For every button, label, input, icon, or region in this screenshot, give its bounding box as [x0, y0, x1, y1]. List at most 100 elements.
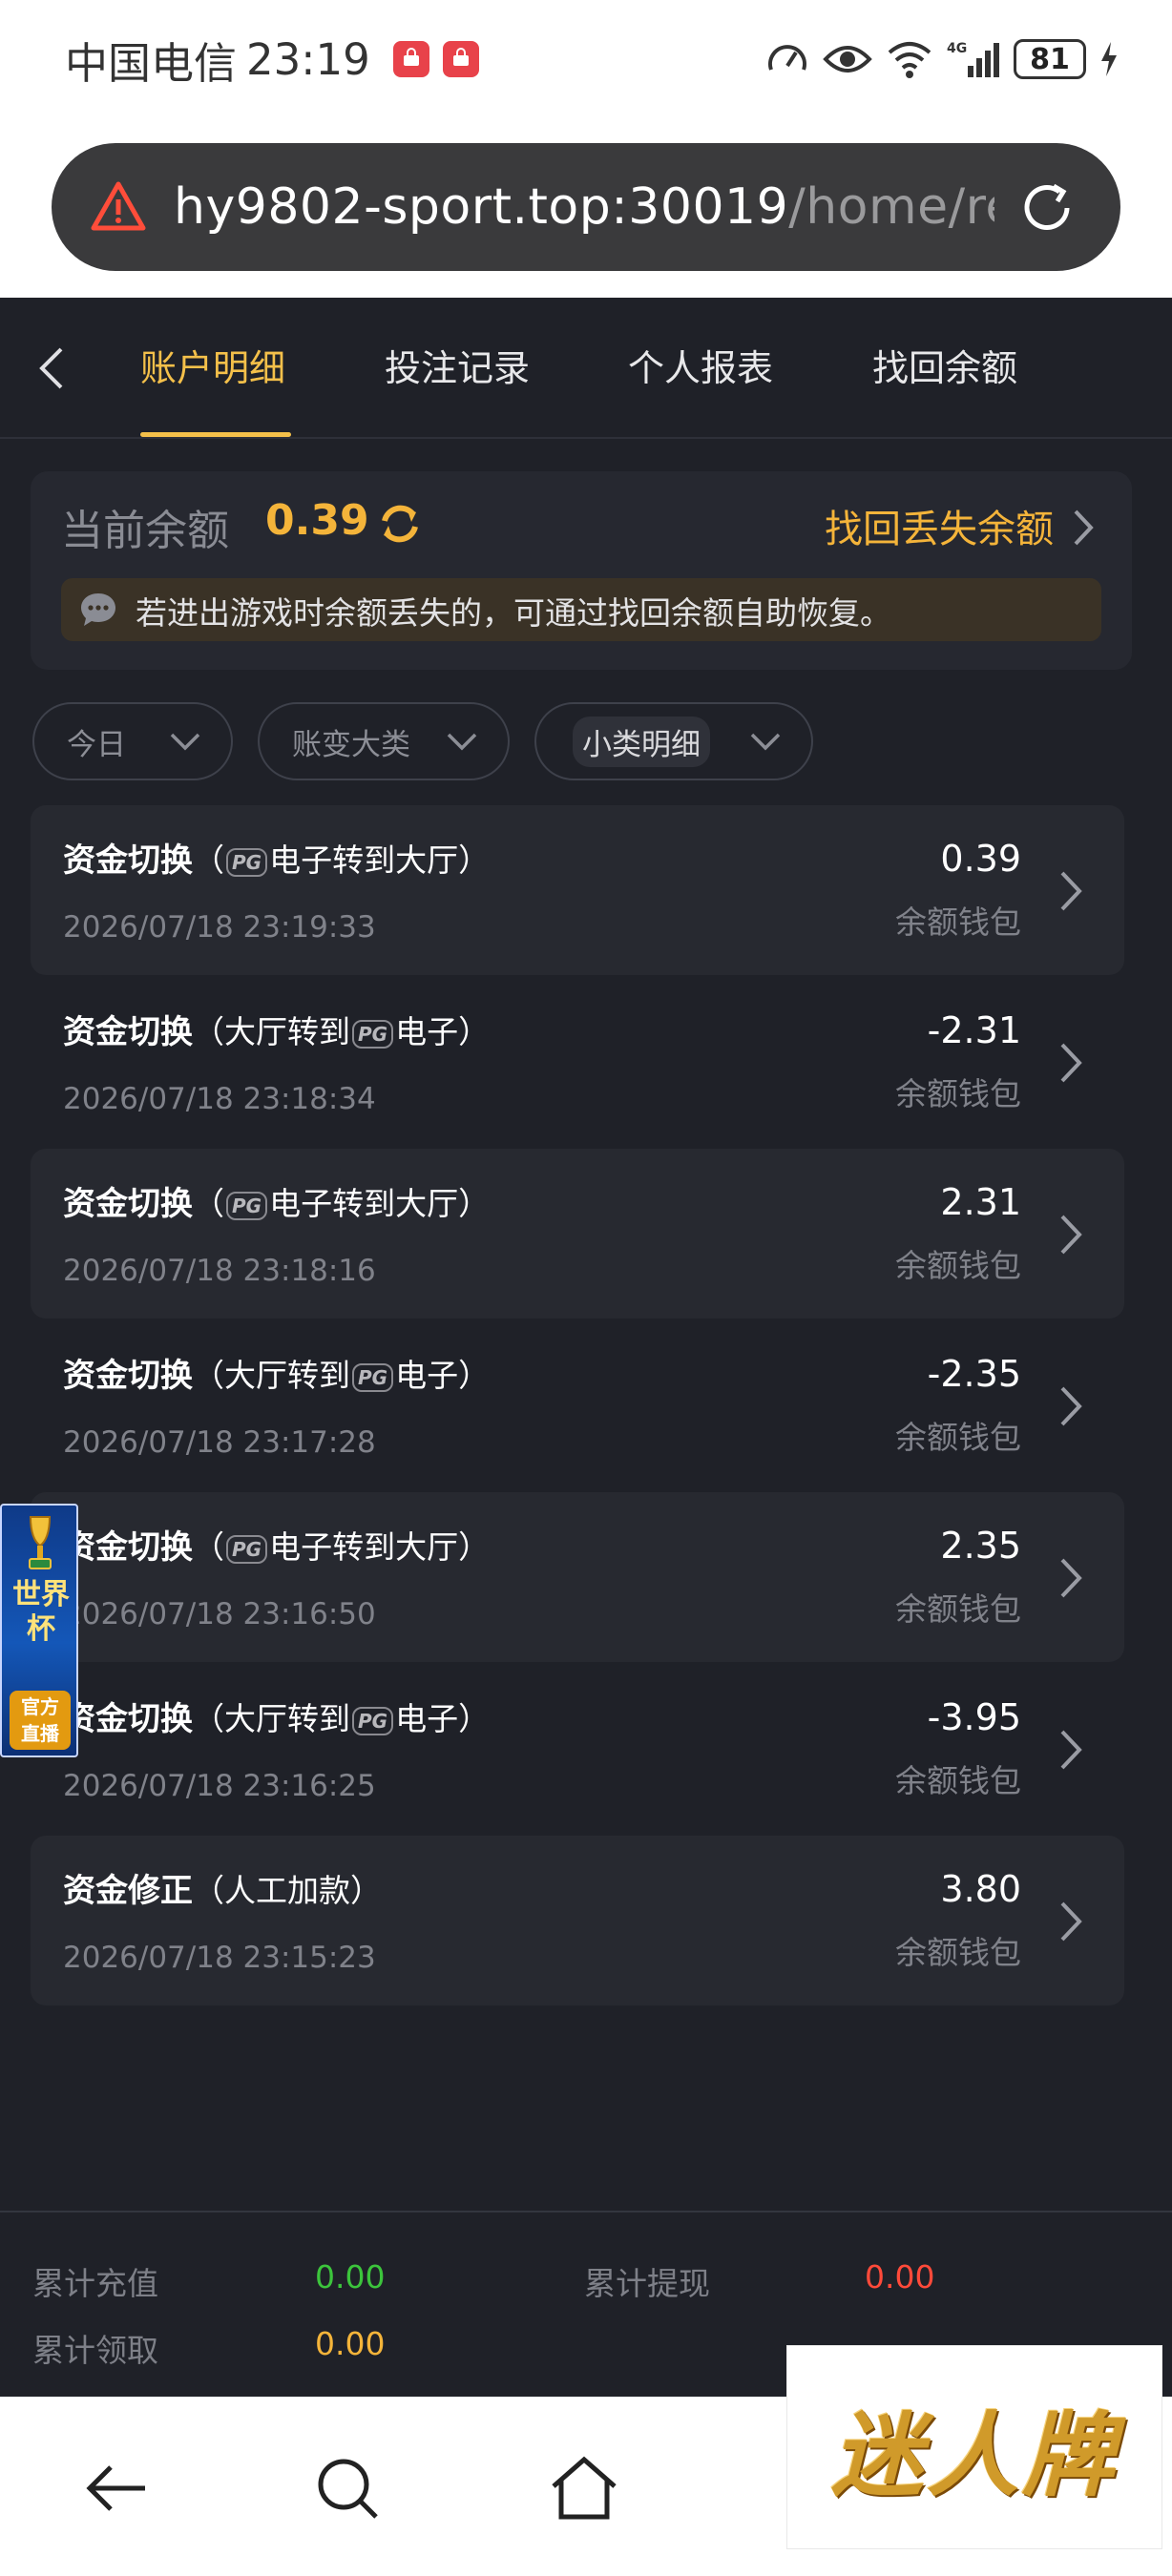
battery-level: 81 [1030, 42, 1070, 76]
transaction-row[interactable]: 资金切换（大厅转到 PG 电子） 2026/07/18 23:17:28 -2.35 余额… [31, 1320, 1124, 1490]
transaction-type: 资金切换 [63, 1185, 193, 1223]
transaction-detail-prefix: （ [193, 1528, 224, 1566]
tab-bar: 账户明细 投注记录 个人报表 找回余额 [0, 298, 1172, 439]
transaction-type: 资金切换 [63, 841, 193, 880]
url-text[interactable]: hy9802-sport.top:30019/home/re [174, 178, 994, 236]
browser-toolbar: hy9802-sport.top:30019/home/re [0, 124, 1172, 298]
tab-bet-records[interactable]: 投注记录 [385, 340, 530, 397]
transaction-detail: 电子） [395, 1357, 491, 1394]
transaction-amount: 2.31 [940, 1181, 1021, 1223]
pg-logo-icon: PG [352, 1706, 394, 1735]
chevron-right-icon[interactable] [1057, 1212, 1084, 1257]
filter-category-dropdown[interactable]: 账变大类 [258, 702, 510, 780]
warning-icon[interactable] [90, 178, 147, 236]
total-claim-label: 累计领取 [32, 2332, 158, 2369]
transaction-row[interactable]: 资金切换（ PG 电子转到大厅） 2026/07/18 23:18:16 2.31 余额钱… [31, 1149, 1124, 1319]
eye-icon [823, 46, 872, 73]
world-cup-title: 世界杯 [12, 1578, 70, 1646]
pg-logo-icon: PG [352, 1362, 394, 1392]
total-withdraw-value: 0.00 [865, 2258, 935, 2296]
transaction-date: 2026/07/18 23:18:16 [63, 1254, 376, 1288]
chat-bubble-icon [81, 593, 115, 626]
transaction-wallet: 余额钱包 [895, 1419, 1021, 1456]
tab-account-details[interactable]: 账户明细 [140, 340, 285, 397]
chevron-right-icon[interactable] [1057, 1555, 1084, 1601]
status-left: 中国电信 23:19 [65, 31, 479, 89]
watermark-text: 迷人牌 [831, 2400, 1118, 2509]
transaction-type: 资金切换 [63, 1013, 193, 1051]
url-host: hy9802-sport.top:30019 [174, 178, 789, 236]
refresh-balance-icon[interactable] [376, 500, 424, 548]
transaction-title: 资金切换（大厅转到 PG 电子） [63, 1006, 490, 1052]
filter-date-dropdown[interactable]: 今日 [32, 702, 233, 780]
url-path: /home/re [788, 178, 994, 236]
transaction-type: 资金修正 [63, 1872, 193, 1910]
transaction-wallet: 余额钱包 [895, 1247, 1021, 1284]
pg-logo-icon: PG [226, 1534, 268, 1564]
transaction-detail: 电子转到大厅） [269, 1528, 491, 1566]
transaction-wallet: 余额钱包 [895, 904, 1021, 941]
transaction-row[interactable]: 资金修正（人工加款） 2026/07/18 23:15:23 3.80 余额钱包 [31, 1836, 1124, 2005]
transaction-detail: 电子） [395, 1700, 491, 1737]
speed-gauge-icon [768, 45, 806, 71]
status-right: 4G 81 [765, 31, 1119, 88]
transaction-row[interactable]: 资金切换（大厅转到 PG 电子） 2026/07/18 23:16:25 -3.95 余额… [31, 1664, 1124, 1834]
transaction-title: 资金切换（ PG 电子转到大厅） [63, 1177, 490, 1224]
transaction-wallet: 余额钱包 [895, 1934, 1021, 1971]
back-arrow-icon[interactable] [78, 2450, 155, 2526]
transaction-date: 2026/07/18 23:16:25 [63, 1769, 376, 1803]
transaction-amount: 3.80 [940, 1868, 1021, 1910]
transaction-amount: 0.39 [940, 838, 1021, 880]
total-withdraw-label: 累计提现 [584, 2265, 710, 2302]
transaction-row[interactable]: 资金切换（大厅转到 PG 电子） 2026/07/18 23:18:34 -2.31 余额… [31, 977, 1124, 1147]
transaction-date: 2026/07/18 23:19:33 [63, 910, 376, 945]
transaction-detail: 电子转到大厅） [269, 841, 491, 879]
transaction-detail-prefix: （人工加款） [193, 1872, 382, 1909]
chevron-down-icon [170, 733, 200, 751]
transaction-detail-prefix: （大厅转到 [193, 1357, 350, 1394]
chevron-right-icon[interactable] [1057, 1899, 1084, 1944]
charging-bolt-icon [1101, 42, 1117, 76]
carrier-name: 中国电信 [65, 37, 238, 89]
chevron-right-icon[interactable] [1057, 1040, 1084, 1086]
reload-icon[interactable] [1015, 177, 1078, 239]
transaction-amount: -3.95 [927, 1696, 1021, 1738]
recover-lost-balance-link[interactable]: 找回丢失余额 [825, 498, 1054, 553]
chevron-right-icon[interactable] [1057, 1383, 1084, 1429]
trophy-icon [29, 1516, 52, 1569]
chevron-right-icon[interactable] [1057, 1727, 1084, 1773]
transaction-date: 2026/07/18 23:18:34 [63, 1082, 376, 1116]
pg-logo-icon: PG [352, 1019, 394, 1049]
back-chevron-icon[interactable] [32, 342, 71, 395]
pg-logo-icon: PG [226, 1191, 268, 1220]
transaction-title: 资金切换（大厅转到 PG 电子） [63, 1349, 490, 1396]
address-bar[interactable]: hy9802-sport.top:30019/home/re [52, 143, 1120, 271]
wifi-icon [888, 42, 931, 78]
transaction-row[interactable]: 资金切换（ PG 电子转到大厅） 2026/07/18 23:19:33 0.39 余额钱… [31, 805, 1124, 975]
transaction-date: 2026/07/18 23:17:28 [63, 1425, 376, 1460]
transaction-detail-prefix: （大厅转到 [193, 1013, 350, 1050]
filter-subcategory-dropdown[interactable]: 小类明细 [534, 702, 813, 780]
transaction-type: 资金切换 [63, 1528, 193, 1567]
filter-category-label: 账变大类 [292, 727, 410, 762]
transaction-date: 2026/07/18 23:16:50 [63, 1597, 376, 1631]
transaction-row[interactable]: 资金切换（ PG 电子转到大厅） 2026/07/18 23:16:50 2.35 余额钱… [31, 1492, 1124, 1662]
official-live-line1: 官方 [21, 1695, 59, 1718]
official-live-tag: 官方 直播 [10, 1691, 71, 1750]
balance-label: 当前余额 [61, 507, 229, 555]
search-icon[interactable] [309, 2450, 386, 2526]
chevron-right-icon[interactable] [1057, 868, 1084, 914]
filter-date-label: 今日 [67, 727, 126, 762]
battery-indicator: 81 [1014, 39, 1086, 79]
world-cup-live-badge[interactable]: 世界杯 官方 直播 [0, 1504, 78, 1757]
transaction-title: 资金切换（ PG 电子转到大厅） [63, 834, 490, 881]
status-bar: 中国电信 23:19 4G 81 [0, 0, 1172, 124]
app-content: 账户明细 投注记录 个人报表 找回余额 当前余额 0.39 找回丢失余额 若进出… [0, 298, 1172, 2397]
tab-personal-report[interactable]: 个人报表 [628, 340, 773, 397]
transaction-amount: 2.35 [940, 1525, 1021, 1567]
chevron-right-icon[interactable] [1071, 508, 1096, 548]
transaction-title: 资金切换（大厅转到 PG 电子） [63, 1693, 490, 1739]
home-icon[interactable] [546, 2450, 622, 2526]
tab-recover-balance[interactable]: 找回余额 [872, 340, 1017, 397]
transaction-amount: -2.31 [927, 1009, 1021, 1051]
